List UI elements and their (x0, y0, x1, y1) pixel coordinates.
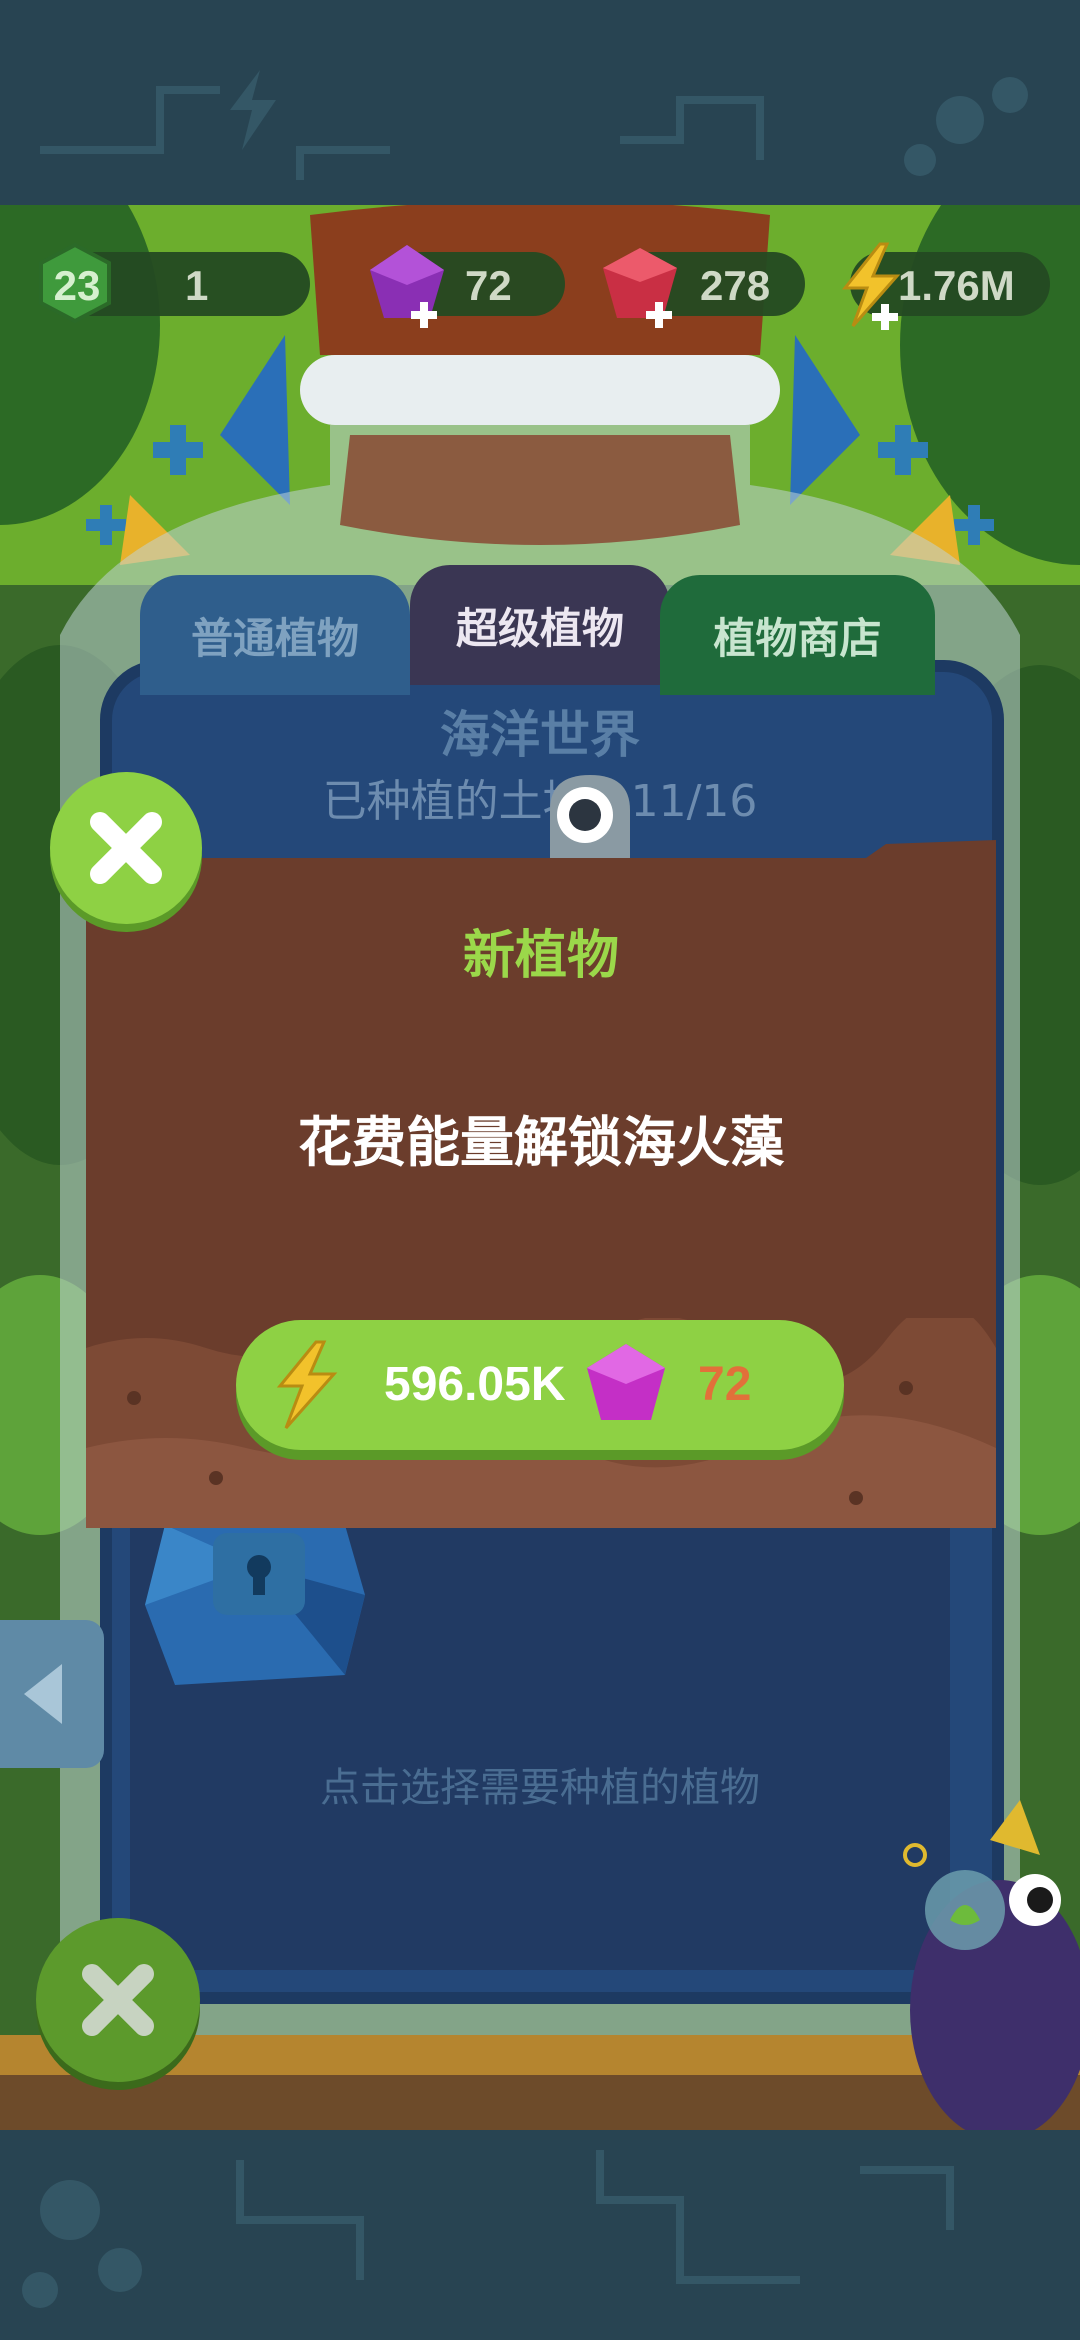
dialog-message: 花费能量解锁海火藻 (298, 1111, 784, 1174)
energy-cost: 596.05K (384, 1358, 566, 1411)
world-name: 海洋世界 (440, 706, 640, 764)
unlock-plant-button[interactable]: 596.05K 72 (236, 1320, 844, 1450)
red-gem-count: 278 (700, 262, 771, 309)
back-button[interactable] (0, 1620, 104, 1768)
dialog-top-edge (86, 840, 996, 880)
red-gem-icon[interactable] (595, 240, 685, 330)
bottom-close-button[interactable] (36, 1918, 200, 2082)
dialog-close-button[interactable] (50, 772, 202, 924)
purple-gem-icon (587, 1344, 665, 1420)
close-icon (82, 1964, 154, 2036)
level-progress-value: 1 (185, 262, 209, 309)
mascot-character (903, 1800, 1080, 2130)
tab-normal-plants[interactable]: 普通植物 (140, 575, 410, 695)
player-level: 23 (53, 262, 101, 309)
circuit-decoration (40, 70, 1028, 180)
tab-super-plants[interactable]: 超级植物 (410, 565, 670, 685)
top-background-band (0, 0, 1080, 205)
lightning-icon (276, 1340, 338, 1429)
gem-cost: 72 (698, 1358, 752, 1411)
dialog-title: 新植物 (462, 926, 619, 986)
bottom-background-band (0, 2130, 1080, 2340)
locked-plant-slot[interactable] (145, 1525, 365, 1685)
purple-gem-icon[interactable] (362, 240, 452, 330)
energy-amount: 1.76M (898, 262, 1015, 309)
tab-plant-shop[interactable]: 植物商店 (660, 575, 935, 695)
back-arrow-icon (24, 1664, 62, 1724)
close-icon (90, 812, 162, 884)
circuit-decoration-bottom (22, 2150, 954, 2308)
purple-gem-count: 72 (465, 262, 512, 309)
select-plant-hint: 点击选择需要种植的植物 (320, 1765, 760, 1811)
planted-value: 11/16 (630, 776, 758, 827)
